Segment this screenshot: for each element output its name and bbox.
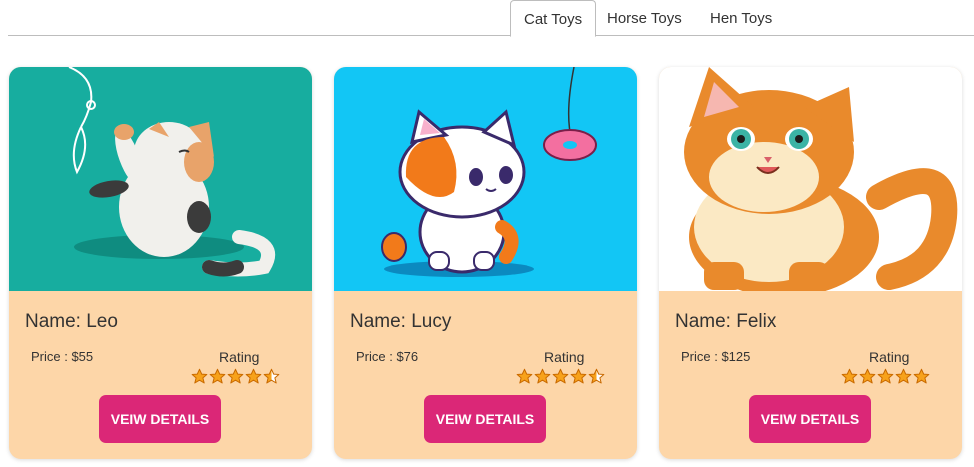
star-full-icon	[841, 368, 858, 384]
toy-name: Name: Leo	[25, 311, 118, 332]
tab-cat-toys[interactable]: Cat Toys	[510, 0, 597, 37]
tab-horse-toys[interactable]: Horse Toys	[594, 0, 695, 36]
toy-card: Name: Leo Price : $55 Rating VEIW DETAIL…	[9, 67, 312, 459]
toy-image-felix	[659, 67, 962, 291]
tab-bar: Cat Toys Horse Toys Hen Toys	[8, 0, 974, 37]
star-full-icon	[570, 368, 587, 384]
star-full-icon	[895, 368, 912, 384]
star-full-icon	[245, 368, 262, 384]
star-rating	[191, 368, 280, 385]
toy-price: Price : $125	[681, 349, 751, 364]
star-full-icon	[913, 368, 930, 384]
star-full-icon	[191, 368, 208, 384]
toy-image-leo	[9, 67, 312, 291]
star-rating	[841, 368, 930, 385]
rating-label: Rating	[869, 349, 910, 365]
star-full-icon	[877, 368, 894, 384]
toy-price: Price : $55	[31, 349, 94, 364]
toy-card: Name: Lucy Price : $76 Rating VEIW DETAI…	[334, 67, 637, 459]
view-details-button[interactable]: VEIW DETAILS	[99, 395, 221, 443]
star-full-icon	[534, 368, 551, 384]
toy-price: Price : $76	[356, 349, 419, 364]
star-rating	[516, 368, 605, 385]
star-full-icon	[209, 368, 226, 384]
star-full-icon	[227, 368, 244, 384]
rating-label: Rating	[219, 349, 260, 365]
star-full-icon	[552, 368, 569, 384]
star-full-icon	[859, 368, 876, 384]
toy-card: Name: Felix Price : $125 Rating VEIW DET…	[659, 67, 962, 459]
toy-name: Name: Felix	[675, 311, 777, 332]
star-half-icon	[588, 368, 605, 384]
star-full-icon	[516, 368, 533, 384]
view-details-button[interactable]: VEIW DETAILS	[424, 395, 546, 443]
star-half-icon	[263, 368, 280, 384]
tab-hen-toys[interactable]: Hen Toys	[697, 0, 785, 36]
rating-label: Rating	[544, 349, 585, 365]
view-details-button[interactable]: VEIW DETAILS	[749, 395, 871, 443]
toy-name: Name: Lucy	[350, 311, 452, 332]
toy-image-lucy	[334, 67, 637, 291]
